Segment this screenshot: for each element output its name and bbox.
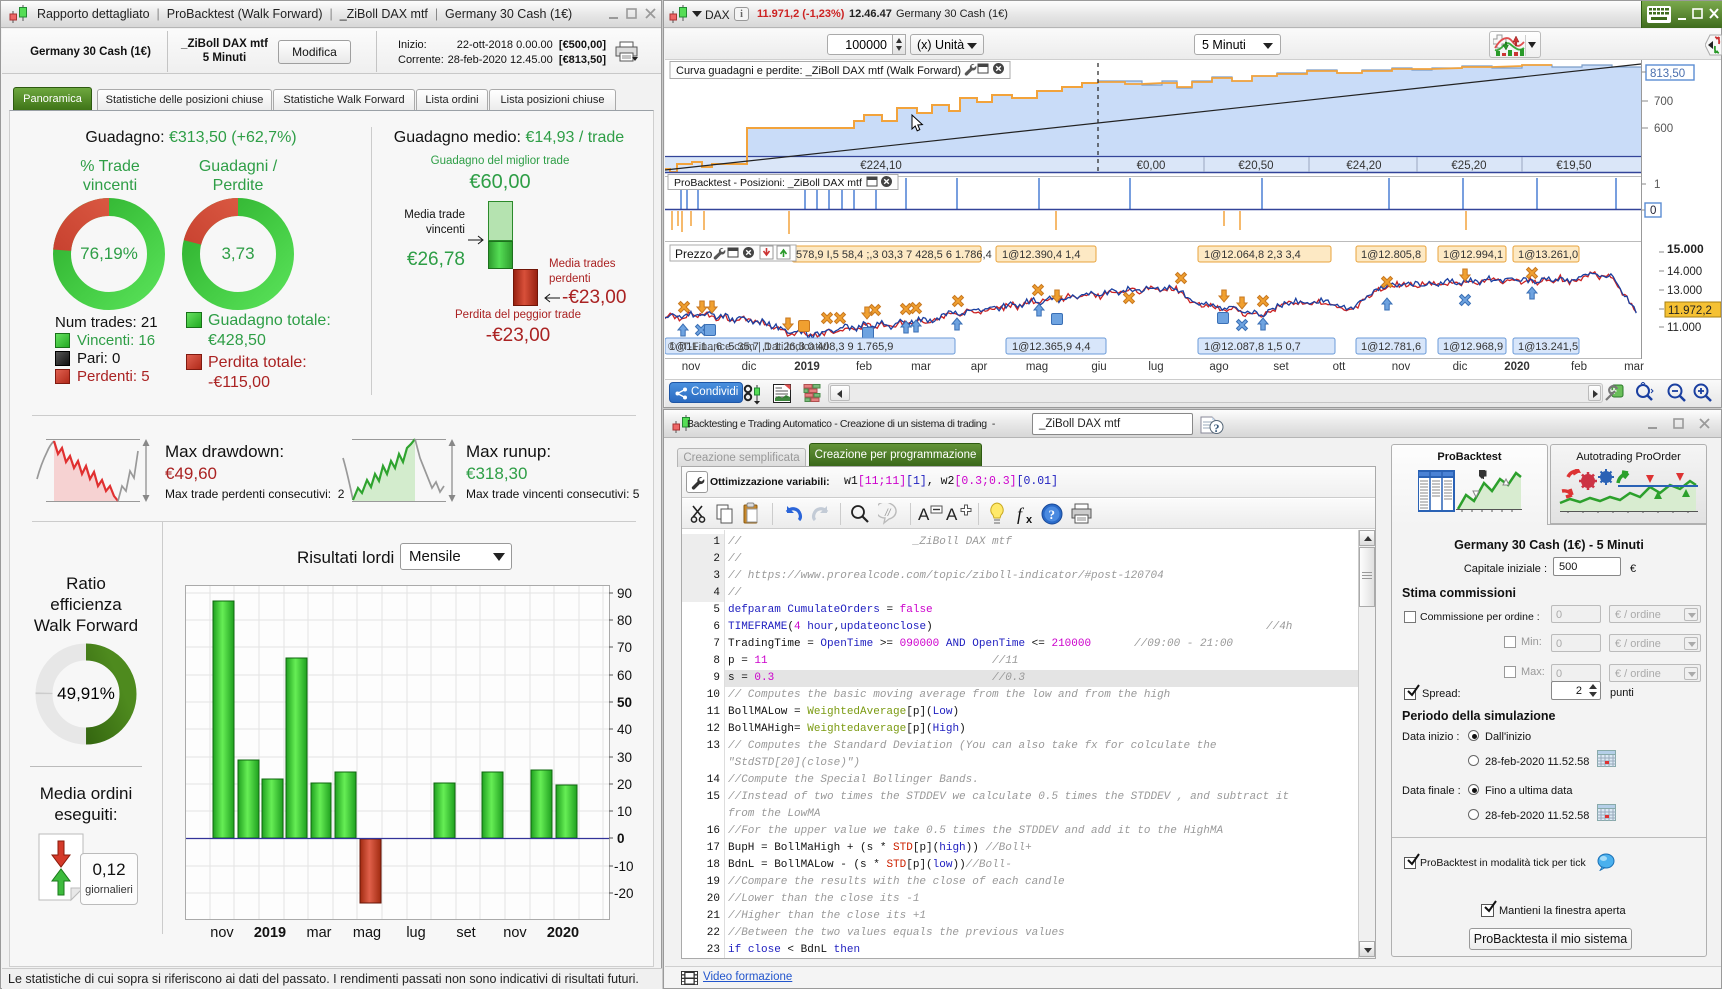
svg-text:30: 30 (617, 750, 632, 765)
svg-text:70: 70 (617, 640, 632, 655)
svg-text:15.000: 15.000 (1667, 242, 1704, 256)
svg-text:nov: nov (210, 925, 234, 941)
svg-text:ott: ott (1333, 361, 1347, 373)
svg-text:mar: mar (911, 361, 931, 373)
svg-text:1@12.968,9: 1@12.968,9 (1443, 341, 1503, 353)
svg-text:600: 600 (1654, 123, 1673, 135)
svg-text:1@12.781,6: 1@12.781,6 (1361, 341, 1421, 353)
svg-text:1@12.994,1: 1@12.994,1 (1443, 249, 1503, 261)
svg-text:10: 10 (617, 804, 632, 819)
svg-text:nov: nov (682, 361, 701, 373)
svg-text:apr: apr (971, 361, 988, 373)
svg-text:f: f (1017, 504, 1025, 524)
svg-text:x: x (1026, 514, 1033, 525)
svg-text:dic: dic (742, 361, 757, 373)
svg-text:0: 0 (617, 831, 625, 846)
svg-text:A: A (946, 505, 958, 524)
svg-text:€20,50: €20,50 (1238, 160, 1273, 172)
svg-text:set: set (456, 925, 475, 941)
svg-text:14.000: 14.000 (1667, 266, 1702, 278)
svg-text:90: 90 (617, 586, 632, 601)
svg-text:Curva guadagni e perdite: _ZiB: Curva guadagni e perdite: _ZiBoll DAX mt… (676, 65, 961, 77)
svg-text:© IT-Finance.com | Dati indica: © IT-Finance.com | Dati indicativi (668, 341, 829, 353)
svg-text:813,50: 813,50 (1650, 68, 1685, 80)
svg-text:lug: lug (406, 925, 425, 941)
svg-text:40: 40 (617, 722, 632, 737)
svg-text:€19,50: €19,50 (1556, 160, 1591, 172)
svg-text:-20: -20 (614, 886, 634, 901)
svg-text:mag: mag (1026, 361, 1048, 373)
svg-text:nov: nov (1392, 361, 1411, 373)
svg-text:578,9 I,5 58,4 ;,3 03,3 7 428,: 578,9 I,5 58,4 ;,3 03,3 7 428,5 6 1.786,… (796, 249, 992, 261)
svg-text:feb: feb (1571, 361, 1587, 373)
svg-text:0: 0 (1650, 205, 1656, 217)
svg-text:ProBacktest - Posizioni: _ZiBo: ProBacktest - Posizioni: _ZiBoll DAX mtf (674, 177, 862, 189)
svg-text:11.000: 11.000 (1667, 322, 1701, 334)
svg-text:ago: ago (1209, 361, 1228, 373)
svg-text:dic: dic (1453, 361, 1468, 373)
svg-text:1@12.365,9 4,4: 1@12.365,9 4,4 (1012, 341, 1090, 353)
svg-text:1@13.261,0: 1@13.261,0 (1518, 249, 1578, 261)
svg-text:lug: lug (1148, 361, 1163, 373)
svg-text:giu: giu (1091, 361, 1106, 373)
svg-text:2020: 2020 (547, 925, 579, 941)
svg-text:700: 700 (1654, 96, 1673, 108)
svg-text:80: 80 (617, 613, 632, 628)
svg-text:1: 1 (1654, 179, 1660, 191)
svg-text:?: ? (1214, 421, 1220, 435)
svg-text:1@13.241,5: 1@13.241,5 (1518, 341, 1578, 353)
svg-text:mag: mag (353, 925, 381, 941)
svg-text:1@12.064,8 2,3 3,4: 1@12.064,8 2,3 3,4 (1204, 249, 1301, 261)
svg-text:nov: nov (503, 925, 527, 941)
svg-text:20: 20 (617, 777, 632, 792)
svg-text:€25,20: €25,20 (1451, 160, 1486, 172)
svg-text:50: 50 (617, 695, 632, 710)
svg-text:2019: 2019 (794, 361, 820, 373)
svg-text:13.000: 13.000 (1667, 285, 1702, 297)
svg-text:mar: mar (307, 925, 332, 941)
svg-text:1@12.805,8: 1@12.805,8 (1361, 249, 1421, 261)
svg-text:set: set (1273, 361, 1289, 373)
svg-text:€224,10: €224,10 (860, 160, 902, 172)
svg-text:€24,20: €24,20 (1346, 160, 1381, 172)
svg-text:11.972,2: 11.972,2 (1668, 305, 1712, 317)
svg-text:A: A (918, 505, 930, 524)
svg-text:-10: -10 (614, 859, 634, 874)
svg-text:Prezzo: Prezzo (675, 247, 713, 261)
svg-text:mar: mar (1624, 361, 1644, 373)
svg-text:1@12.087,8 1,5 0,7: 1@12.087,8 1,5 0,7 (1204, 341, 1301, 353)
svg-text:€0,00: €0,00 (1137, 160, 1166, 172)
svg-text:1@12.390,4 1,4: 1@12.390,4 1,4 (1002, 249, 1080, 261)
svg-text:feb: feb (856, 361, 872, 373)
svg-text:60: 60 (617, 668, 632, 683)
svg-text:2020: 2020 (1504, 361, 1530, 373)
svg-text:?: ? (1049, 507, 1056, 522)
svg-text:2019: 2019 (254, 925, 286, 941)
